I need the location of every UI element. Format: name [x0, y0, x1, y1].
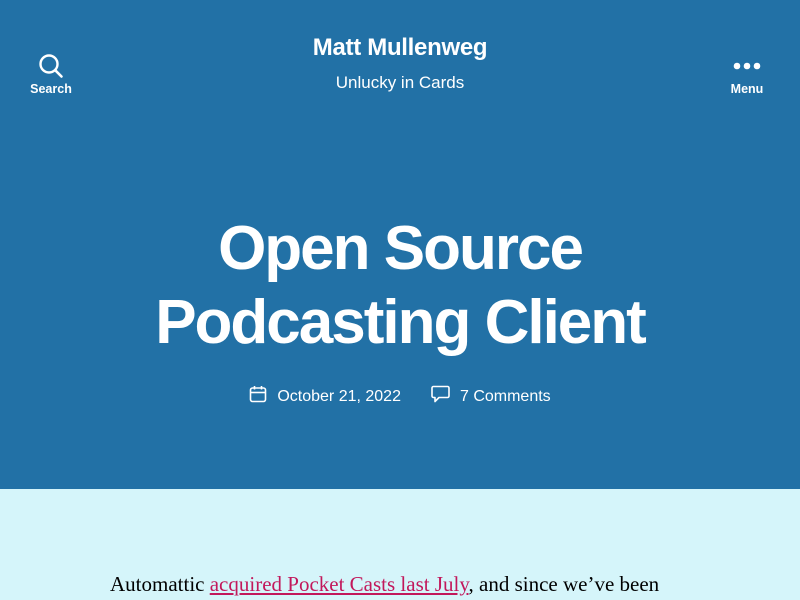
- post-comments-link[interactable]: 7 Comments: [431, 385, 551, 408]
- post-title: Open Source Podcasting Client: [0, 212, 800, 360]
- site-title-link[interactable]: Matt Mullenweg: [0, 34, 800, 62]
- post-date-link[interactable]: October 21, 2022: [249, 385, 401, 408]
- comment-bubble-icon: [431, 385, 450, 408]
- intro-text-suffix: , and since we’ve been: [468, 572, 660, 596]
- post-title-line-2: Podcasting Client: [155, 288, 647, 357]
- menu-toggle-button[interactable]: Menu: [712, 52, 782, 96]
- pocket-casts-acquisition-link[interactable]: acquired Pocket Casts last July: [210, 572, 469, 596]
- post-meta: October 21, 2022 7 Comments: [0, 385, 800, 408]
- menu-toggle-label: Menu: [730, 82, 764, 96]
- post-comments-count: 7 Comments: [459, 387, 551, 405]
- post-date: October 21, 2022: [277, 387, 401, 405]
- post-title-line-1: Open Source: [218, 214, 584, 283]
- site-tagline: Unlucky in Cards: [335, 73, 465, 92]
- menu-dots-icon: [733, 52, 761, 80]
- post-content: Automattic acquired Pocket Casts last Ju…: [0, 489, 800, 600]
- post-intro-paragraph: Automattic acquired Pocket Casts last Ju…: [110, 570, 710, 599]
- intro-text-prefix: Automattic: [110, 572, 210, 596]
- post-header-hero: Search Matt Mullenweg Unlucky in Cards M…: [0, 0, 800, 489]
- calendar-icon: [249, 385, 267, 408]
